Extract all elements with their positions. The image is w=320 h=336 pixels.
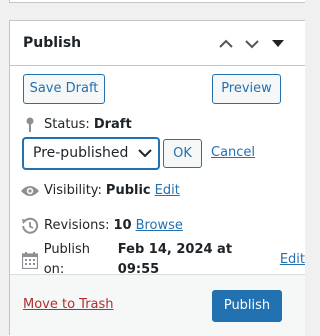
preview-button[interactable]: Preview — [212, 74, 281, 104]
revisions-browse-link[interactable]: Browse — [136, 216, 183, 236]
revisions-count: 10 — [113, 218, 132, 233]
chevron-up-icon — [219, 39, 233, 48]
chevron-down-icon — [138, 149, 152, 158]
revisions-label: Revisions: — [44, 218, 110, 233]
toggle-panel-button[interactable] — [268, 34, 288, 54]
panel-header: Publish — [10, 21, 305, 66]
major-publishing-actions: Move to Trash Publish — [10, 274, 305, 336]
status-cancel-link[interactable]: Cancel — [211, 145, 255, 161]
visibility-edit-link[interactable]: Edit — [155, 181, 180, 201]
visibility-label: Visibility: — [44, 183, 102, 198]
publish-button[interactable]: Publish — [212, 290, 282, 322]
pin-icon — [19, 117, 41, 133]
chevron-down-icon — [245, 40, 259, 49]
status-ok-button[interactable]: OK — [163, 139, 202, 168]
eye-icon — [19, 184, 41, 198]
previous-panel-bottom — [9, 0, 305, 3]
revisions-row: Revisions: 10 Browse — [19, 216, 183, 236]
status-label: Status: — [44, 117, 90, 132]
previous-panel-edge — [0, 0, 305, 10]
status-select[interactable]: Pre-published — [23, 138, 159, 169]
schedule-row: Publish on: Feb 14, 2024 at 09:55 Edit — [19, 242, 305, 277]
panel-title: Publish — [23, 35, 82, 51]
caret-down-icon — [272, 40, 284, 47]
move-to-trash-link[interactable]: Move to Trash — [23, 297, 114, 313]
move-down-button[interactable] — [242, 34, 262, 54]
visibility-row: Visibility: Public Edit — [19, 181, 180, 201]
status-row: Status: Draft — [19, 115, 132, 135]
calendar-icon — [19, 251, 41, 269]
publish-panel: Publish Save Draft Preview Status: Draft… — [9, 20, 305, 336]
schedule-edit-link[interactable]: Edit — [280, 250, 305, 270]
status-value: Draft — [93, 117, 132, 132]
visibility-value: Public — [105, 183, 151, 198]
save-draft-button[interactable]: Save Draft — [23, 74, 105, 104]
history-icon — [19, 217, 41, 235]
status-select-value: Pre-published — [33, 145, 129, 161]
move-up-button[interactable] — [216, 34, 236, 54]
